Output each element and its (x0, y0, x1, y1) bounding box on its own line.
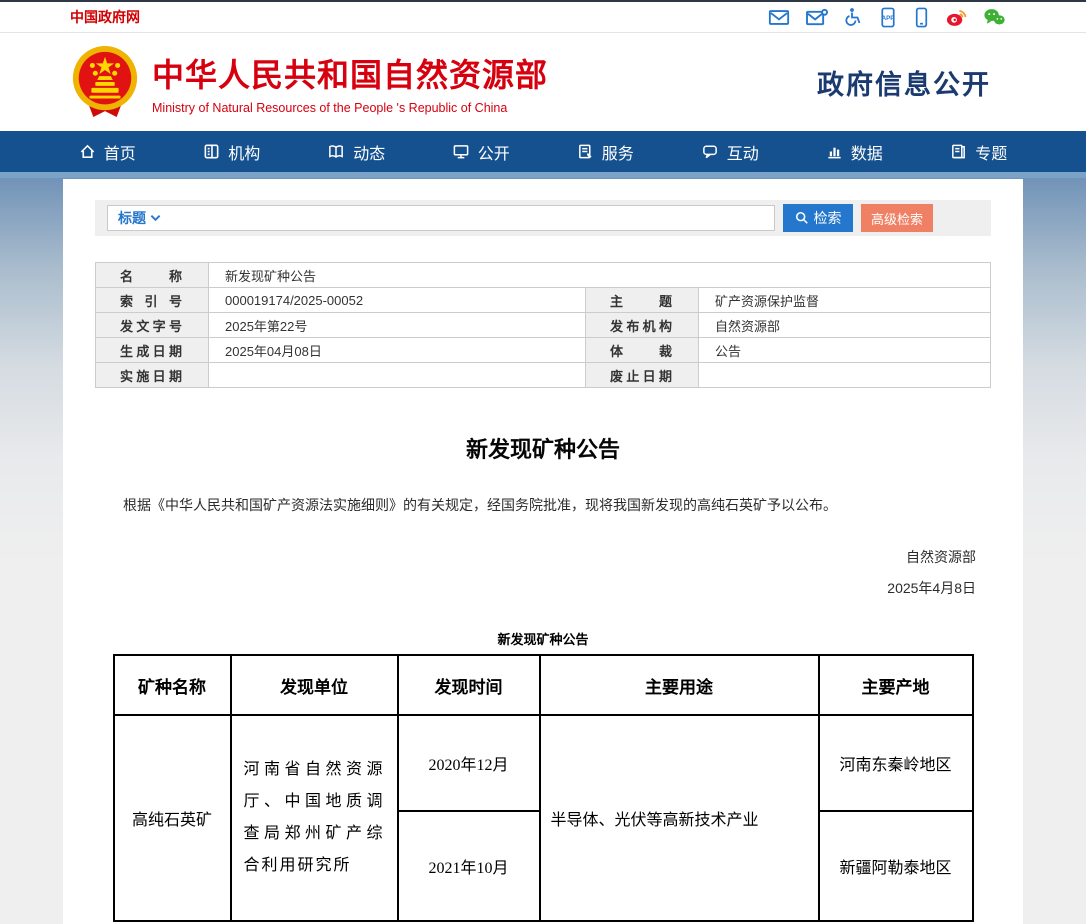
header-discover-time: 发现时间 (398, 655, 540, 715)
mobile-icon[interactable] (913, 7, 930, 28)
app-icon[interactable]: APP (878, 7, 898, 28)
nav-item-disclosure[interactable]: 公开 (419, 131, 544, 172)
cell-discover-time-2: 2021年10月 (398, 811, 540, 921)
meta-label-name: 名称 (96, 263, 209, 288)
nav-item-interact[interactable]: 互动 (668, 131, 793, 172)
article-title: 新发现矿种公告 (95, 432, 991, 464)
site-subtitle: Ministry of Natural Resources of the Peo… (152, 101, 548, 115)
nav-label: 机构 (228, 140, 260, 164)
topbar-icon-group: APP (768, 7, 1006, 28)
meta-value-genre: 公告 (699, 338, 991, 363)
cell-main-use: 半导体、光伏等高新技术产业 (540, 715, 819, 921)
content-card: 标题 检索 高级检索 名称 新发现矿种公告 (63, 179, 1023, 924)
home-icon (79, 143, 96, 160)
advanced-search-button[interactable]: 高级检索 (861, 204, 933, 232)
mail-icon[interactable] (768, 8, 790, 27)
cell-main-area-2: 新疆阿勒泰地区 (819, 811, 973, 921)
header-discover-unit: 发现单位 (231, 655, 398, 715)
search-field-select[interactable]: 标题 (118, 208, 161, 228)
cell-discover-time-1: 2020年12月 (398, 715, 540, 811)
data-icon (826, 143, 843, 160)
site-title: 中华人民共和国自然资源部 (152, 50, 548, 96)
nav-label: 数据 (851, 140, 883, 164)
doc-table-caption: 新发现矿种公告 (95, 629, 991, 648)
meta-label-genre: 体裁 (586, 338, 699, 363)
svg-text:APP: APP (882, 14, 895, 21)
chevron-down-icon (150, 214, 161, 222)
nav-item-data[interactable]: 数据 (792, 131, 917, 172)
page-section-title: 政府信息公开 (817, 63, 991, 102)
disclosure-icon (452, 143, 470, 160)
header-main-use: 主要用途 (540, 655, 819, 715)
meta-label-abolish: 废止日期 (586, 363, 699, 388)
doc-table-header-row: 矿种名称 发现单位 发现时间 主要用途 主要产地 (114, 655, 973, 715)
search-bar: 标题 检索 高级检索 (95, 200, 991, 236)
mail-subscribe-icon[interactable] (805, 8, 828, 27)
topics-icon (950, 143, 967, 160)
nav-item-service[interactable]: 服务 (543, 131, 668, 172)
header-mineral-name: 矿种名称 (114, 655, 231, 715)
meta-row-created: 生成日期 2025年04月08日 体裁 公告 (96, 338, 991, 363)
meta-value-docno: 2025年第22号 (209, 313, 586, 338)
main-navigation: 首页 机构 动态 公开 (0, 131, 1086, 172)
meta-label-created: 生成日期 (96, 338, 209, 363)
search-icon (795, 211, 809, 225)
cell-mineral-name: 高纯石英矿 (114, 715, 231, 921)
meta-value-abolish (699, 363, 991, 388)
brand-text: 中华人民共和国自然资源部 Ministry of Natural Resourc… (152, 50, 548, 115)
meta-value-subject: 矿产资源保护监督 (699, 288, 991, 313)
meta-value-name: 新发现矿种公告 (209, 263, 991, 288)
accessibility-icon[interactable] (843, 7, 863, 27)
meta-row-dates: 实施日期 废止日期 (96, 363, 991, 388)
nav-item-org[interactable]: 机构 (170, 131, 295, 172)
meta-label-docno: 发文字号 (96, 313, 209, 338)
table-row: 高纯石英矿 河南省自然资源厅、中国地质调查局郑州矿产综合利用研究所 2020年1… (114, 715, 973, 811)
gov-website-link[interactable]: 中国政府网 (70, 7, 140, 27)
search-button[interactable]: 检索 (783, 204, 853, 232)
nav-label: 动态 (353, 140, 385, 164)
wechat-icon[interactable] (983, 7, 1006, 27)
meta-row-docno: 发文字号 2025年第22号 发布机构 自然资源部 (96, 313, 991, 338)
article-body: 根据《中华人民共和国矿产资源法实施细则》的有关规定，经国务院批准，现将我国新发现… (95, 494, 991, 516)
meta-label-subject: 主题 (586, 288, 699, 313)
search-input-wrap: 标题 (107, 205, 775, 231)
org-icon (203, 143, 220, 160)
service-icon (577, 143, 594, 160)
article-signature: 自然资源部 (95, 547, 991, 567)
nav-item-home[interactable]: 首页 (45, 131, 170, 172)
national-emblem-logo (70, 45, 140, 119)
site-brand[interactable]: 中华人民共和国自然资源部 Ministry of Natural Resourc… (70, 45, 548, 119)
cell-discover-unit: 河南省自然资源厅、中国地质调查局郑州矿产综合利用研究所 (231, 715, 398, 921)
meta-value-agency: 自然资源部 (699, 313, 991, 338)
search-field-label: 标题 (118, 208, 146, 228)
page-background: 标题 检索 高级检索 名称 新发现矿种公告 (0, 178, 1086, 924)
meta-label-index: 索引号 (96, 288, 209, 313)
document-metadata-table: 名称 新发现矿种公告 索引号 000019174/2025-00052 主题 矿… (95, 262, 991, 388)
nav-label: 首页 (104, 140, 136, 164)
news-icon (327, 143, 345, 160)
meta-row-name: 名称 新发现矿种公告 (96, 263, 991, 288)
search-button-label: 检索 (814, 208, 842, 228)
meta-value-implement (209, 363, 586, 388)
meta-row-index: 索引号 000019174/2025-00052 主题 矿产资源保护监督 (96, 288, 991, 313)
interact-icon (701, 143, 719, 160)
site-header: 中华人民共和国自然资源部 Ministry of Natural Resourc… (0, 33, 1086, 131)
nav-label: 公开 (478, 140, 510, 164)
nav-label: 专题 (975, 140, 1007, 164)
cell-main-area-1: 河南东秦岭地区 (819, 715, 973, 811)
meta-label-agency: 发布机构 (586, 313, 699, 338)
top-utility-bar: 中国政府网 APP (0, 0, 1086, 33)
nav-item-topics[interactable]: 专题 (917, 131, 1042, 172)
nav-label: 服务 (602, 140, 634, 164)
article-date: 2025年4月8日 (95, 578, 991, 598)
meta-label-implement: 实施日期 (96, 363, 209, 388)
mineral-announcement-table: 矿种名称 发现单位 发现时间 主要用途 主要产地 高纯石英矿 河南省自然资源厅、… (113, 654, 974, 922)
nav-label: 互动 (727, 140, 759, 164)
weibo-icon[interactable] (945, 7, 968, 27)
nav-item-news[interactable]: 动态 (294, 131, 419, 172)
meta-value-created: 2025年04月08日 (209, 338, 586, 363)
header-main-area: 主要产地 (819, 655, 973, 715)
search-input[interactable] (166, 207, 764, 229)
meta-value-index: 000019174/2025-00052 (209, 288, 586, 313)
